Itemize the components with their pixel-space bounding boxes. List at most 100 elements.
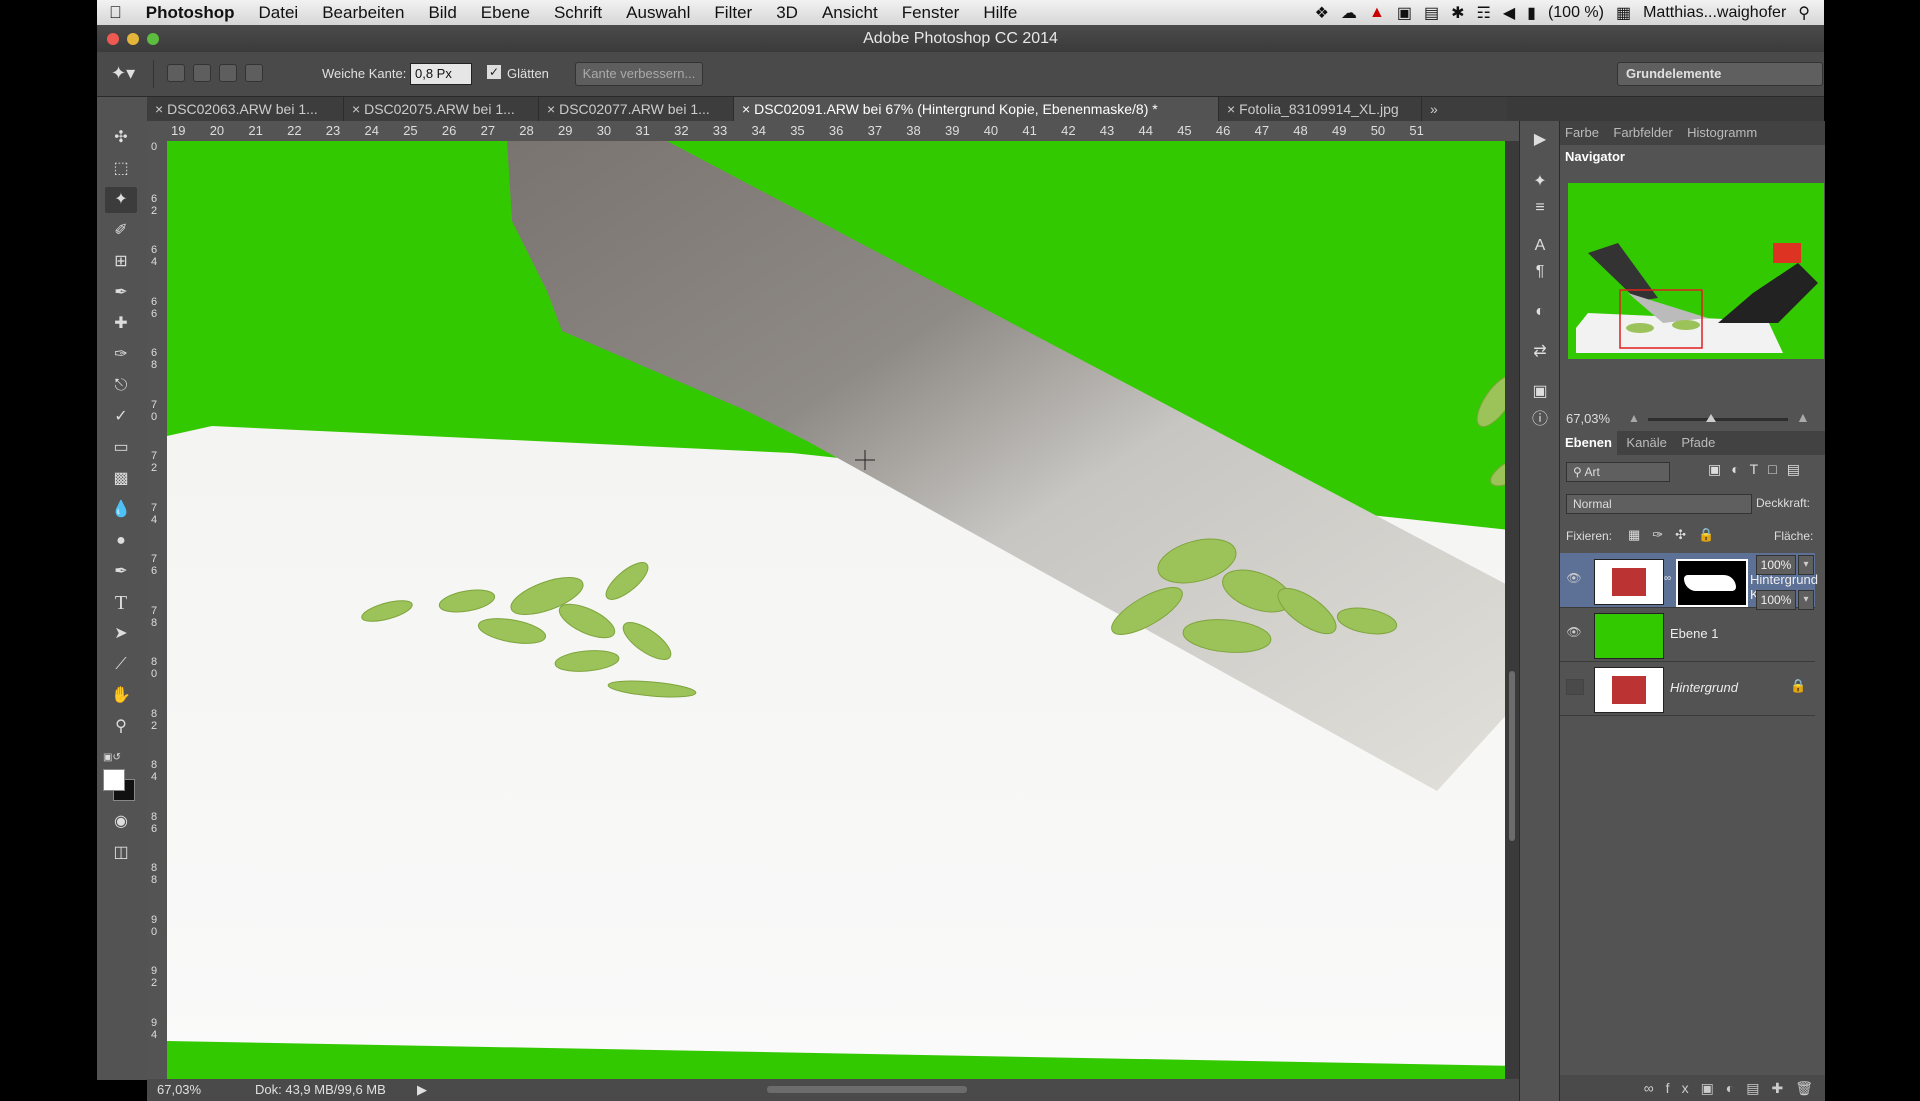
doc-tab-3[interactable]: × DSC02077.ARW bei 1... [539,97,734,121]
properties-icon[interactable]: ▣ [1524,379,1556,405]
tab-kanaele[interactable]: Kanäle [1621,431,1671,455]
visibility-eye-icon[interactable]: 👁 [1566,571,1582,585]
path-selection-tool-icon[interactable]: ➤ [105,621,137,647]
move-tool-icon[interactable]: ✣ [105,125,137,151]
doc-tab-1[interactable]: × DSC02063.ARW bei 1... [147,97,344,121]
brush-tool-icon[interactable]: ✑ [105,342,137,368]
layer-filter-select[interactable]: ⚲ Art [1566,462,1670,482]
lock-icons[interactable]: ▦✑✣🔒 [1628,527,1726,543]
healing-brush-tool-icon[interactable]: ✚ [105,311,137,337]
fill-dropdown-icon[interactable]: ▾ [1798,590,1814,610]
clone-stamp-tool-icon[interactable]: ⎋ [105,373,137,399]
zoom-window-button[interactable] [147,33,159,45]
dodge-tool-icon[interactable]: ● [105,528,137,554]
subtract-selection-icon[interactable] [219,64,237,82]
visibility-eye-icon[interactable]: 👁 [1566,625,1582,639]
close-tab-icon[interactable]: × [742,101,754,117]
menu-filter[interactable]: Filter [702,3,764,23]
close-tab-icon[interactable]: × [352,101,364,117]
menu-3d[interactable]: 3D [764,3,810,23]
wifi-icon[interactable]: ☶ [1476,3,1490,23]
fill-input[interactable]: 100% [1756,590,1796,610]
history-brush-tool-icon[interactable]: ✓ [105,404,137,430]
status-menu-arrow-icon[interactable]: ▶ [417,1082,427,1098]
zoom-in-icon[interactable]: ▲ [1796,409,1810,425]
dropbox-icon[interactable]: ❖ [1315,3,1329,23]
styles-icon[interactable]: ◐ [1524,299,1556,325]
layers-footer-icons[interactable]: ∞fx▣◐▤✚🗑 [1560,1075,1825,1101]
calendar-icon[interactable]: ▦ [1616,3,1631,23]
eyedropper-tool-icon[interactable]: ✒ [105,280,137,306]
close-tab-icon[interactable]: × [1227,101,1239,117]
menu-fenster[interactable]: Fenster [890,3,972,23]
blur-tool-icon[interactable]: 💧 [105,497,137,523]
apple-menu-icon[interactable]:  [97,3,134,23]
tab-farbfelder[interactable]: Farbfelder [1608,121,1677,145]
feather-input[interactable]: 0,8 Px [410,63,472,85]
menu-auswahl[interactable]: Auswahl [614,3,702,23]
intersect-selection-icon[interactable] [245,64,263,82]
quick-mask-icon[interactable]: ◉ [105,809,137,835]
hand-tool-icon[interactable]: ✋ [105,683,137,709]
visibility-toggle-empty[interactable] [1566,679,1584,695]
type-tool-icon[interactable]: T [105,590,137,616]
opacity-input[interactable]: 100% [1756,555,1796,575]
mask-link-icon[interactable]: ∞ [1664,573,1671,584]
clone-source-icon[interactable]: ⇄ [1524,339,1556,365]
minimize-window-button[interactable] [127,33,139,45]
paragraph-icon[interactable]: ¶ [1524,259,1556,285]
layer-name[interactable]: Hintergrund [1670,680,1738,695]
gradient-tool-icon[interactable]: ▩ [105,466,137,492]
navigator-zoom-value[interactable]: 67,03% [1566,411,1610,426]
app-menu[interactable]: Photoshop [134,3,247,23]
menu-bild[interactable]: Bild [416,3,468,23]
zoom-slider-handle[interactable] [1706,414,1716,422]
document-canvas[interactable] [167,141,1519,1079]
battery-icon[interactable]: ▮ [1527,3,1536,23]
new-selection-icon[interactable] [167,64,185,82]
doc-tab-5[interactable]: × Fotolia_83109914_XL.jpg [1219,97,1422,121]
menu-schrift[interactable]: Schrift [542,3,614,23]
cloud-icon[interactable]: ☁ [1341,3,1357,23]
lock-icon[interactable]: 🔒 [1790,678,1806,694]
quick-selection-tool-icon[interactable]: ✐ [105,218,137,244]
brush-presets-icon[interactable]: ✦ [1524,169,1556,195]
user-name[interactable]: Matthias...waighofer [1643,4,1786,22]
tab-histogramm[interactable]: Histogramm [1682,121,1762,145]
opacity-dropdown-icon[interactable]: ▾ [1798,555,1814,575]
layer-filter-icons[interactable]: ▣◐T□▤ [1708,461,1810,478]
zoom-level[interactable]: 67,03% [157,1082,201,1097]
adjustments-icon[interactable]: ≡ [1524,195,1556,221]
screen-icon[interactable]: ▣ [1397,3,1412,23]
character-icon[interactable]: A [1524,233,1556,259]
tab-farbe[interactable]: Farbe [1560,121,1604,145]
zoom-out-icon[interactable]: ▲ [1628,411,1640,425]
zoom-slider[interactable] [1648,414,1788,422]
acrobat-icon[interactable]: ▲ [1369,4,1385,22]
more-tabs-icon[interactable]: » [1422,97,1458,121]
horizontal-scroll-thumb[interactable] [767,1086,967,1093]
menu-datei[interactable]: Datei [247,3,311,23]
antialias-checkbox[interactable]: ✓ [487,65,501,79]
menu-ansicht[interactable]: Ansicht [810,3,890,23]
close-tab-icon[interactable]: × [155,101,167,117]
tab-ebenen[interactable]: Ebenen [1560,431,1617,455]
foreground-color-swatch[interactable] [103,769,125,791]
spotlight-search-icon[interactable]: ⚲ [1798,3,1810,23]
tab-navigator[interactable]: Navigator [1560,145,1630,169]
doc-tab-active[interactable]: × DSC02091.ARW bei 67% (Hintergrund Kopi… [734,97,1219,121]
menu-ebene[interactable]: Ebene [469,3,542,23]
layer-row-ebene-1[interactable]: 👁 Ebene 1 [1560,607,1815,662]
play-actions-icon[interactable]: ▶ [1524,127,1556,153]
bluetooth-icon[interactable]: ✱ [1451,3,1464,23]
screen-mode-icon[interactable]: ◫ [105,840,137,866]
layer-row-hintergrund[interactable]: Hintergrund 🔒 [1560,661,1815,716]
pen-tool-icon[interactable]: ✒ [105,559,137,585]
tab-pfade[interactable]: Pfade [1676,431,1720,455]
crop-tool-icon[interactable]: ⊞ [105,249,137,275]
refine-edge-button[interactable]: Kante verbessern... [575,62,703,86]
menu-bearbeiten[interactable]: Bearbeiten [310,3,416,23]
vertical-scrollbar[interactable] [1505,141,1519,1079]
close-window-button[interactable] [107,33,119,45]
marquee-tool-icon[interactable]: ⬚ [105,156,137,182]
